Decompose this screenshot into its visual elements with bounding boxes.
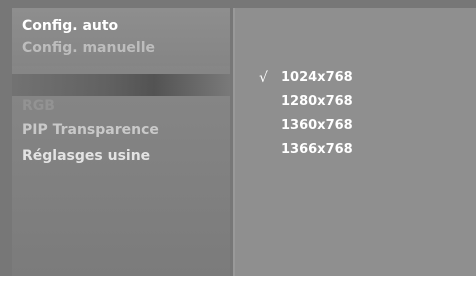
menu-item-pip-transparence[interactable]: PIP Transparence xyxy=(22,122,159,138)
menu-item-config-auto[interactable]: Config. auto xyxy=(22,18,118,34)
checkmark-icon: √ xyxy=(259,70,268,86)
option-1280x768[interactable]: 1280x768 xyxy=(281,94,353,109)
menu-divider xyxy=(12,74,230,96)
menu-top-block xyxy=(12,8,230,66)
osd-menu-frame: Config. auto Config. manuelle RGB PIP Tr… xyxy=(0,0,476,282)
option-1366x768[interactable]: 1366x768 xyxy=(281,142,353,157)
menu-item-rgb[interactable]: RGB xyxy=(22,98,55,114)
menu-item-config-manuelle[interactable]: Config. manuelle xyxy=(22,40,155,56)
bottom-border xyxy=(0,276,476,282)
option-1360x768[interactable]: 1360x768 xyxy=(281,118,353,133)
option-1024x768[interactable]: 1024x768 xyxy=(281,70,353,85)
menu-item-reglages-usine[interactable]: Réglasges usine xyxy=(22,148,150,164)
left-menu-panel: Config. auto Config. manuelle RGB PIP Tr… xyxy=(12,8,230,276)
resolution-options-panel: √ 1024x768 1280x768 1360x768 1366x768 xyxy=(233,8,476,276)
